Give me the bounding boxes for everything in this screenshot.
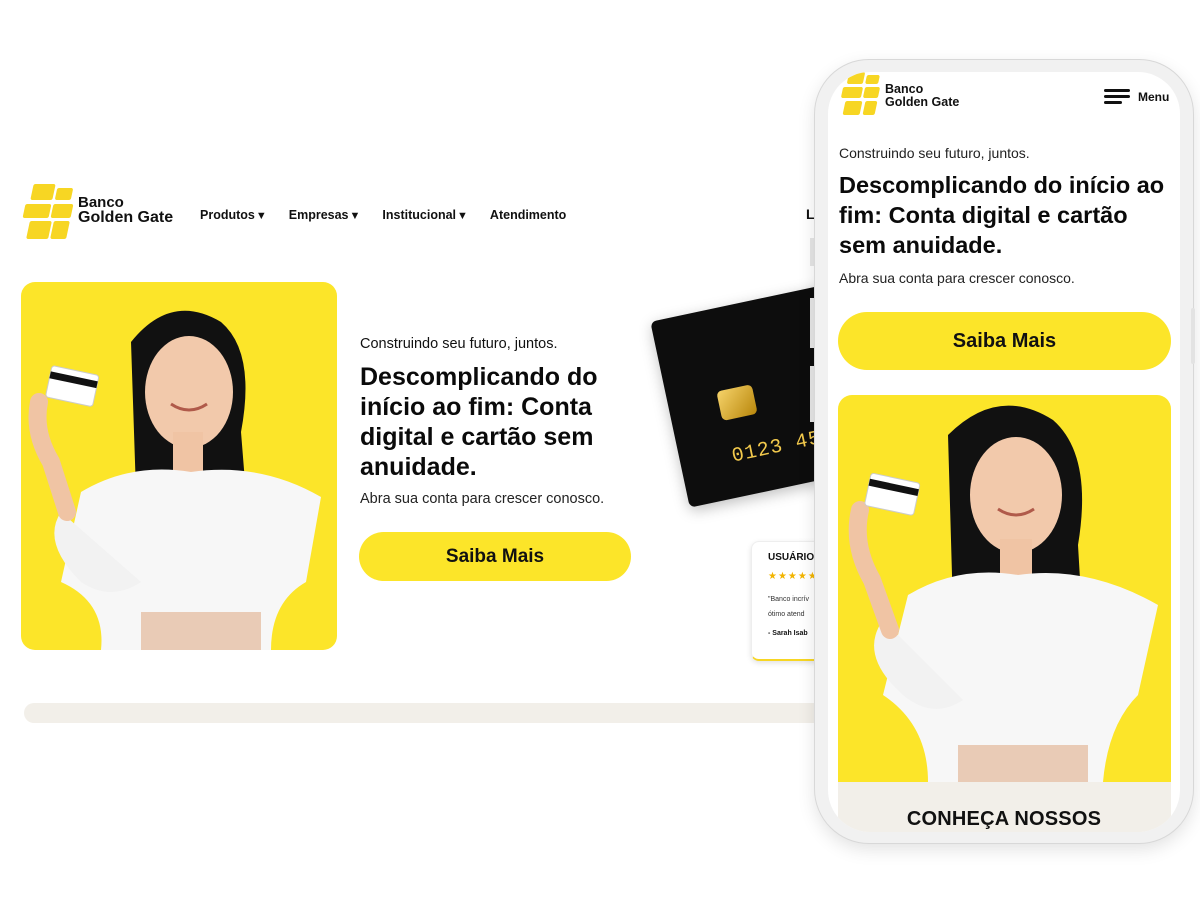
nav-institucional[interactable]: Institucional▼ xyxy=(382,208,468,222)
logo-mark-icon xyxy=(22,184,74,240)
saiba-mais-button[interactable]: Saiba Mais xyxy=(359,532,631,581)
hero-kicker: Construindo seu futuro, juntos. xyxy=(360,336,558,352)
woman-photo-illustration xyxy=(848,405,1158,782)
woman-photo-illustration xyxy=(28,310,321,650)
brand-name: Banco Golden Gate xyxy=(78,193,174,228)
nav-produtos[interactable]: Produtos▼ xyxy=(200,208,267,222)
phone-side-button xyxy=(1191,308,1195,364)
brand-line1: Banco xyxy=(78,193,124,211)
chevron-down-icon: ▼ xyxy=(457,210,468,222)
nav-produtos-label: Produtos xyxy=(200,208,255,222)
phone-mockup: Banco Golden Gate Menu Construindo seu f… xyxy=(815,60,1195,843)
main-nav: Produtos▼ Empresas▼ Institucional▼ Atend… xyxy=(200,208,566,222)
mobile-hero-image xyxy=(838,395,1171,782)
nav-empresas-label: Empresas xyxy=(288,208,349,222)
mobile-saiba-mais-button[interactable]: Saiba Mais xyxy=(838,312,1171,370)
nav-atendimento[interactable]: Atendimento xyxy=(490,208,566,222)
card-chip-icon xyxy=(716,384,758,421)
mobile-brand-logo[interactable]: Banco Golden Gate xyxy=(840,72,959,116)
menu-button[interactable]: Menu xyxy=(1104,86,1169,107)
nav-atendimento-label: Atendimento xyxy=(489,208,567,222)
hero-subtitle: Abra sua conta para crescer conosco. xyxy=(360,491,605,507)
mobile-hero-subtitle: Abra sua conta para crescer conosco. xyxy=(839,270,1075,286)
hamburger-icon xyxy=(1104,86,1130,107)
mobile-brand-line2: Golden Gate xyxy=(885,95,960,109)
nav-login-partial[interactable]: L xyxy=(806,206,815,222)
mobile-hero-title: Descomplicando do início ao fim: Conta d… xyxy=(839,172,1165,258)
mobile-hero-kicker: Construindo seu futuro, juntos. xyxy=(839,145,1030,161)
section-divider xyxy=(24,703,824,723)
menu-label: Menu xyxy=(1138,89,1170,104)
chevron-down-icon: ▼ xyxy=(349,210,361,222)
mobile-screen: Banco Golden Gate Menu Construindo seu f… xyxy=(828,72,1180,832)
logo-mark-icon xyxy=(840,72,881,116)
hero-title: Descomplicando do início ao fim: Conta d… xyxy=(360,363,598,481)
mobile-brand-name: Banco Golden Gate xyxy=(885,82,960,109)
brand-line2: Golden Gate xyxy=(78,209,174,227)
chevron-down-icon: ▼ xyxy=(255,210,267,222)
nav-institucional-label: Institucional xyxy=(382,208,457,222)
nav-empresas[interactable]: Empresas▼ xyxy=(289,208,361,222)
hero-image xyxy=(21,282,337,650)
brand-logo[interactable]: Banco Golden Gate xyxy=(22,184,173,240)
mobile-section-heading: CONHEÇA NOSSOS xyxy=(906,808,1102,830)
